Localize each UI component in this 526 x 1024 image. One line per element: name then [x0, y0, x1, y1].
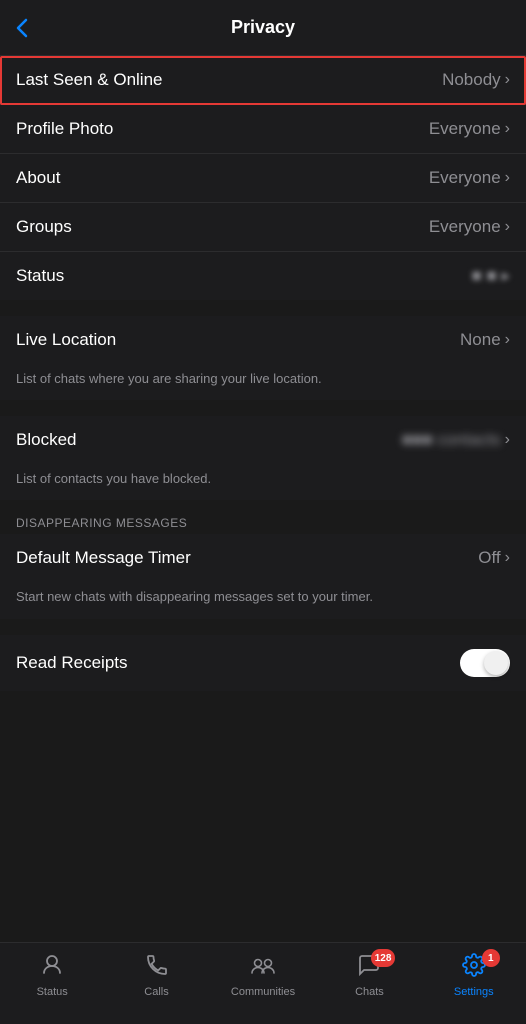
toggle-knob: [484, 651, 508, 675]
disappearing-messages-group: Default Message Timer Off › Start new ch…: [0, 534, 526, 618]
groups-row[interactable]: Groups Everyone ›: [0, 203, 526, 252]
tab-calls[interactable]: Calls: [127, 953, 187, 998]
live-location-row[interactable]: Live Location None ›: [0, 316, 526, 364]
profile-photo-value-group: Everyone ›: [429, 119, 510, 139]
tab-communities-label: Communities: [231, 986, 295, 998]
tab-communities[interactable]: Communities: [231, 953, 295, 998]
live-location-value: None: [460, 330, 501, 350]
about-label: About: [16, 168, 60, 188]
separator-4: [0, 619, 526, 627]
profile-photo-chevron: ›: [505, 120, 510, 138]
page-title: Privacy: [231, 17, 295, 38]
status-label: Status: [16, 266, 64, 286]
tab-status[interactable]: Status: [22, 953, 82, 998]
blocked-subtext: List of contacts you have blocked.: [0, 464, 526, 500]
back-button[interactable]: [16, 18, 28, 38]
about-chevron: ›: [505, 169, 510, 187]
disappearing-messages-label: DISAPPEARING MESSAGES: [0, 508, 526, 534]
last-seen-value: Nobody: [442, 70, 501, 90]
read-receipts-row[interactable]: Read Receipts: [0, 635, 526, 691]
status-value: ■ ■ ▸: [471, 266, 510, 286]
groups-value: Everyone: [429, 217, 501, 237]
tab-status-label: Status: [37, 986, 68, 998]
live-location-label: Live Location: [16, 330, 116, 350]
last-seen-row[interactable]: Last Seen & Online Nobody ›: [0, 56, 526, 105]
profile-photo-row[interactable]: Profile Photo Everyone ›: [0, 105, 526, 154]
blocked-value-group: ■■■ contacts ›: [402, 430, 510, 450]
blocked-value: ■■■ contacts: [402, 430, 501, 450]
status-value-group: ■ ■ ▸: [471, 266, 510, 286]
header: Privacy: [0, 0, 526, 56]
blocked-chevron: ›: [505, 431, 510, 449]
read-receipts-toggle[interactable]: [460, 649, 510, 677]
default-timer-row[interactable]: Default Message Timer Off ›: [0, 534, 526, 582]
communities-tab-icon: [250, 953, 276, 983]
groups-chevron: ›: [505, 218, 510, 236]
settings-badge: 1: [482, 949, 500, 967]
default-timer-value-group: Off ›: [478, 548, 510, 568]
blocked-row[interactable]: Blocked ■■■ contacts ›: [0, 416, 526, 464]
live-location-value-group: None ›: [460, 330, 510, 350]
tab-bar: Status Calls Communities 128: [0, 942, 526, 1024]
about-value-group: Everyone ›: [429, 168, 510, 188]
default-timer-chevron: ›: [505, 549, 510, 567]
groups-label: Groups: [16, 217, 72, 237]
live-location-chevron: ›: [505, 331, 510, 349]
read-receipts-label: Read Receipts: [16, 653, 128, 673]
read-receipts-group: Read Receipts: [0, 635, 526, 691]
tab-settings-label: Settings: [454, 986, 494, 998]
tab-calls-label: Calls: [144, 986, 168, 998]
privacy-group-1: Last Seen & Online Nobody › Profile Phot…: [0, 56, 526, 300]
calls-tab-icon: [145, 953, 169, 983]
default-timer-value: Off: [478, 548, 500, 568]
separator-2: [0, 400, 526, 408]
status-row[interactable]: Status ■ ■ ▸: [0, 252, 526, 300]
tab-chats-label: Chats: [355, 986, 384, 998]
last-seen-label: Last Seen & Online: [16, 70, 162, 90]
profile-photo-label: Profile Photo: [16, 119, 113, 139]
blocked-label: Blocked: [16, 430, 76, 450]
default-timer-subtext: Start new chats with disappearing messag…: [0, 582, 526, 618]
last-seen-value-group: Nobody ›: [442, 70, 510, 90]
content-area: Last Seen & Online Nobody › Profile Phot…: [0, 56, 526, 781]
tab-settings[interactable]: 1 Settings: [444, 953, 504, 998]
about-row[interactable]: About Everyone ›: [0, 154, 526, 203]
last-seen-row-wrapper: Last Seen & Online Nobody ›: [0, 56, 526, 105]
blocked-group: Blocked ■■■ contacts › List of contacts …: [0, 416, 526, 500]
live-location-subtext: List of chats where you are sharing your…: [0, 364, 526, 400]
separator-3: [0, 500, 526, 508]
tab-chats[interactable]: 128 Chats: [339, 953, 399, 998]
status-tab-icon: [40, 953, 64, 983]
live-location-group: Live Location None › List of chats where…: [0, 316, 526, 400]
last-seen-chevron: ›: [505, 71, 510, 89]
about-value: Everyone: [429, 168, 501, 188]
profile-photo-value: Everyone: [429, 119, 501, 139]
default-timer-label: Default Message Timer: [16, 548, 191, 568]
chats-badge: 128: [371, 949, 396, 967]
groups-value-group: Everyone ›: [429, 217, 510, 237]
separator-1: [0, 300, 526, 308]
